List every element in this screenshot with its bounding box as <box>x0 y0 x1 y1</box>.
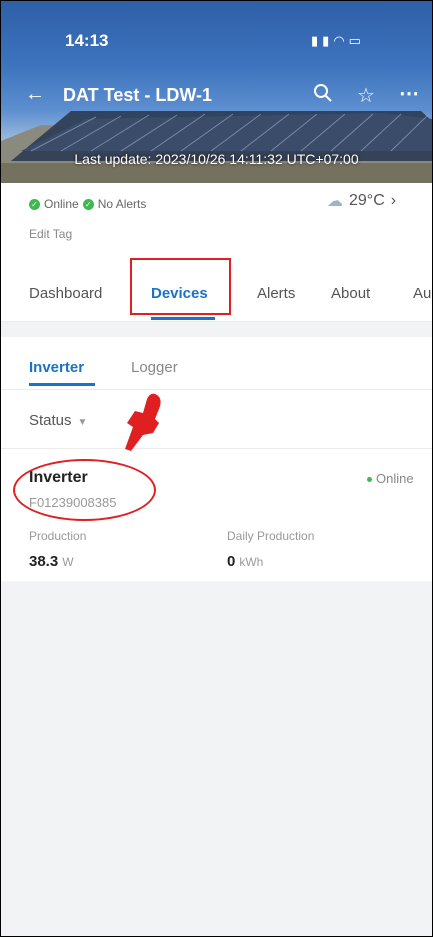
cloud-rain-icon: ☁ <box>327 193 343 210</box>
navigation-bar: ← DAT Test - LDW-1 ☆ ⋯ <box>1 83 432 113</box>
more-icon[interactable]: ⋯ <box>399 81 419 106</box>
last-update-text: Last update: 2023/10/26 14:11:32 UTC+07:… <box>74 151 359 167</box>
production-value: 38.3 W <box>29 553 74 570</box>
status-filter-dropdown[interactable]: Status ▼ <box>29 412 87 429</box>
active-subtab-indicator <box>29 383 95 386</box>
check-circle-icon: ✓ <box>82 198 94 210</box>
status-badges: ✓ Online ✓ No Alerts <box>29 197 146 211</box>
tab-about[interactable]: About <box>331 285 370 302</box>
clock: 14:13 <box>65 31 109 50</box>
tab-dashboard[interactable]: Dashboard <box>29 285 102 302</box>
system-status-icons: ▮▮◠▭ <box>311 33 365 49</box>
star-icon[interactable]: ☆ <box>357 83 375 108</box>
online-dot-icon <box>367 477 372 483</box>
page-title: DAT Test - LDW-1 <box>63 85 212 105</box>
device-status: Online <box>367 471 414 486</box>
annotation-oval <box>13 459 156 521</box>
annotation-box <box>130 258 231 315</box>
temperature: 29°C <box>349 192 385 209</box>
tab-au[interactable]: Au <box>413 285 431 302</box>
wifi-icon: ◠ <box>333 33 349 48</box>
status-filter-label: Status <box>29 412 72 429</box>
active-tab-indicator <box>151 317 215 320</box>
signal-icon: ▮▮ <box>311 33 334 48</box>
production-label: Production <box>29 529 87 543</box>
subtab-inverter[interactable]: Inverter <box>29 359 84 376</box>
filter-bar: Status ▼ <box>1 390 432 449</box>
alerts-status: No Alerts <box>97 197 147 211</box>
chevron-right-icon: › <box>390 192 397 209</box>
tab-alerts[interactable]: Alerts <box>257 285 295 302</box>
header-banner: 14:13 ▮▮◠▭ ← DAT Test - LDW-1 ☆ ⋯ Last u… <box>1 1 432 183</box>
status-bar: 14:13 ▮▮◠▭ <box>1 31 432 55</box>
back-arrow-icon[interactable]: ← <box>25 83 45 106</box>
daily-production-value: 0 kWh <box>227 553 264 570</box>
device-type-tabs: Inverter Logger <box>1 337 432 390</box>
battery-icon: ▭ <box>348 33 365 48</box>
subtab-logger[interactable]: Logger <box>131 359 178 376</box>
daily-production-label: Daily Production <box>227 529 315 543</box>
phone-screen: 14:13 ▮▮◠▭ ← DAT Test - LDW-1 ☆ ⋯ Last u… <box>0 0 433 937</box>
check-circle-icon: ✓ <box>29 198 40 210</box>
weather-widget[interactable]: ☁ 29°C › <box>327 191 396 211</box>
caret-down-icon: ▼ <box>77 417 88 428</box>
pointing-hand-icon <box>125 393 161 451</box>
edit-tag-link[interactable]: Edit Tag <box>29 227 72 241</box>
online-status: Online <box>44 197 79 211</box>
